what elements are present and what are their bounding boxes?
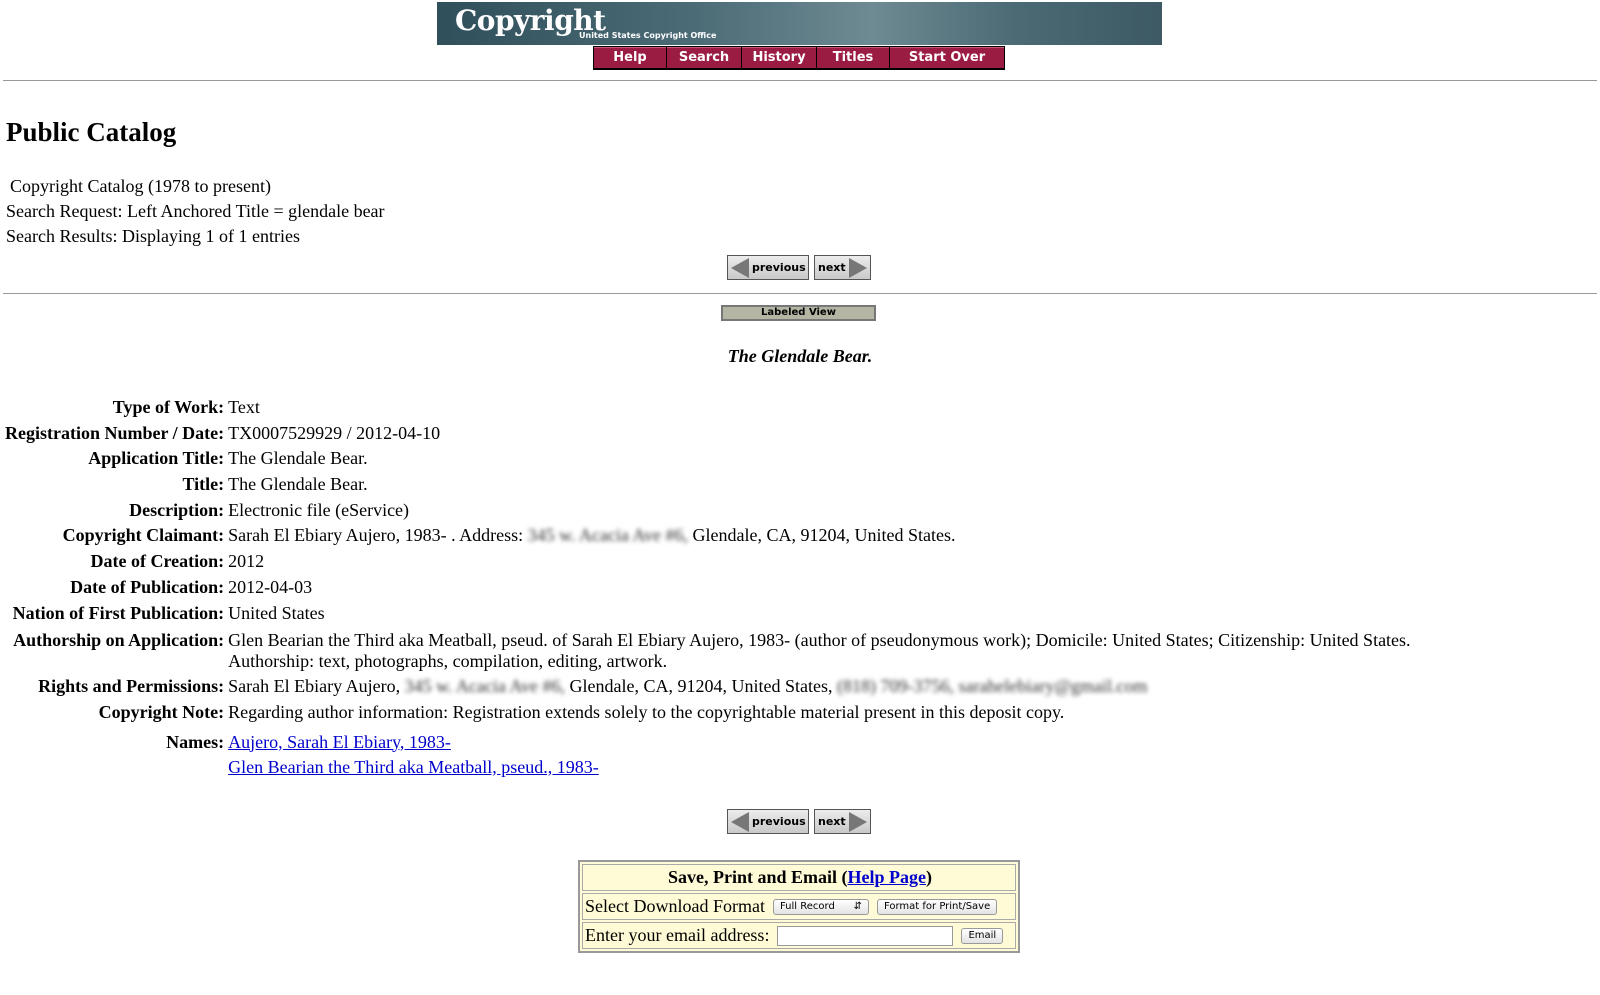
email-input[interactable] xyxy=(777,925,954,946)
field-value: The Glendale Bear. xyxy=(228,448,368,469)
field-value: Text xyxy=(228,397,260,417)
top-navigation: Help Search History Titles Start Over xyxy=(593,46,1005,70)
record-row-description: Description: Electronic file (eService) xyxy=(5,500,1411,526)
nav-search-button[interactable]: Search xyxy=(667,47,741,68)
field-value: The Glendale Bear. xyxy=(228,474,368,495)
field-value: TX0007529929 / 2012-04-10 xyxy=(228,422,441,443)
field-label: Registration Number / Date: xyxy=(5,422,225,443)
field-label: Application Title: xyxy=(88,448,225,469)
rights-city: Glendale, CA, 91204, United States, xyxy=(569,676,833,697)
page-title: Public Catalog xyxy=(6,117,177,147)
field-label: Date of Creation: xyxy=(90,551,225,572)
record-title: The Glendale Bear. xyxy=(727,346,873,366)
previous-label: previous xyxy=(752,261,806,274)
field-value: Sarah El Ebiary Aujero, 1983- . Address:… xyxy=(228,525,1410,551)
previous-button[interactable]: previous xyxy=(727,809,809,834)
nav-help-button[interactable]: Help xyxy=(594,47,666,68)
middle-divider xyxy=(3,293,1597,294)
save-panel-heading: Save, Print and Email (Help Page) xyxy=(582,864,1016,891)
save-print-email-panel: Save, Print and Email (Help Page) Select… xyxy=(578,860,1020,953)
record-row-authorship: Authorship on Application: Glen Bearian … xyxy=(5,628,1410,676)
record-details: Type of Work: Text Registration Number /… xyxy=(5,397,1411,778)
claimant-city: Glendale, CA, 91204, United States. xyxy=(692,525,956,546)
field-value: Sarah El Ebiary Aujero, 345 w. Acacia Av… xyxy=(228,676,1410,702)
field-label: Rights and Permissions: xyxy=(38,676,225,697)
help-page-link[interactable]: Help Page xyxy=(848,867,927,888)
nav-titles-button[interactable]: Titles xyxy=(817,47,889,68)
select-arrows-icon: ⇵ xyxy=(853,901,862,912)
previous-label: previous xyxy=(752,815,806,828)
field-label: Title: xyxy=(182,474,225,495)
email-button[interactable]: Email xyxy=(961,927,1004,944)
field-value: 2012 xyxy=(228,551,265,572)
authorship-detail: Authorship: text, photographs, compilati… xyxy=(228,651,668,672)
name-link[interactable]: Aujero, Sarah El Ebiary, 1983- xyxy=(228,732,451,752)
banner-subtitle: United States Copyright Office xyxy=(579,31,717,40)
record-row-date-created: Date of Creation: 2012 xyxy=(5,551,1411,577)
field-label: Authorship on Application: xyxy=(13,630,225,651)
name-link[interactable]: Glen Bearian the Third aka Meatball, pse… xyxy=(228,757,599,777)
field-label: Copyright Note: xyxy=(98,701,225,722)
next-label: next xyxy=(818,261,846,274)
nav-start-over-button[interactable]: Start Over xyxy=(890,47,1004,68)
authorship-text: Glen Bearian the Third aka Meatball, pse… xyxy=(228,630,1411,651)
record-row-type: Type of Work: Text xyxy=(5,397,1411,423)
record-row-application-title: Application Title: The Glendale Bear. xyxy=(5,448,1411,474)
rights-name: Sarah El Ebiary Aujero, xyxy=(228,676,401,697)
record-row-note: Copyright Note: Regarding author informa… xyxy=(5,702,1411,728)
field-value: United States xyxy=(228,602,325,623)
field-label: Description: xyxy=(129,499,225,520)
record-row-nation: Nation of First Publication: United Stat… xyxy=(5,603,1411,629)
next-label: next xyxy=(818,815,846,828)
previous-button[interactable]: previous xyxy=(727,255,809,280)
field-label: Nation of First Publication: xyxy=(12,602,225,623)
record-row-names: Names: Aujero, Sarah El Ebiary, 1983- Gl… xyxy=(5,728,1411,778)
download-format-row: Select Download Format Full Record ⇵ For… xyxy=(582,893,1016,920)
labeled-view-button[interactable]: Labeled View xyxy=(721,305,876,321)
download-format-label: Select Download Format xyxy=(585,896,765,916)
record-row-registration: Registration Number / Date: TX0007529929… xyxy=(5,423,1411,449)
next-button[interactable]: next xyxy=(814,255,871,280)
record-row-date-published: Date of Publication: 2012-04-03 xyxy=(5,577,1411,603)
field-value: 2012-04-03 xyxy=(228,576,313,597)
field-value: Aujero, Sarah El Ebiary, 1983- Glen Bear… xyxy=(228,728,1410,778)
record-row-title: Title: The Glendale Bear. xyxy=(5,474,1411,500)
search-results-count: Search Results: Displaying 1 of 1 entrie… xyxy=(6,226,300,246)
right-arrow-icon xyxy=(849,257,867,278)
email-label: Enter your email address: xyxy=(585,925,770,945)
email-row: Enter your email address: Email xyxy=(582,922,1016,949)
top-divider xyxy=(3,80,1597,81)
redacted-address: 345 w. Acacia Ave #6, xyxy=(527,525,689,546)
save-heading-text: Save, Print and Email xyxy=(667,867,837,887)
right-arrow-icon xyxy=(849,811,867,832)
top-pager: previous next xyxy=(727,255,871,280)
field-value: Electronic file (eService) xyxy=(228,499,410,520)
copyright-office-banner: Copyright United States Copyright Office xyxy=(437,2,1162,45)
record-row-claimant: Copyright Claimant: Sarah El Ebiary Auje… xyxy=(5,525,1411,551)
field-value: Regarding author information: Registrati… xyxy=(228,701,1065,722)
field-label: Names: xyxy=(166,731,225,752)
left-arrow-icon xyxy=(731,257,749,278)
catalog-name: Copyright Catalog (1978 to present) xyxy=(10,176,271,196)
field-label: Date of Publication: xyxy=(70,576,225,597)
record-row-rights: Rights and Permissions: Sarah El Ebiary … xyxy=(5,676,1411,702)
left-arrow-icon xyxy=(731,811,749,832)
field-value: Glen Bearian the Third aka Meatball, pse… xyxy=(228,628,1410,676)
next-button[interactable]: next xyxy=(814,809,871,834)
bottom-pager: previous next xyxy=(727,809,871,834)
nav-history-button[interactable]: History xyxy=(742,47,816,68)
search-request: Search Request: Left Anchored Title = gl… xyxy=(6,201,385,221)
download-format-select[interactable]: Full Record ⇵ xyxy=(772,898,869,915)
field-label: Copyright Claimant: xyxy=(62,525,225,546)
claimant-name: Sarah El Ebiary Aujero, 1983- . Address: xyxy=(228,525,524,546)
redacted-address: 345 w. Acacia Ave #6, xyxy=(404,676,566,697)
format-selected-value: Full Record xyxy=(779,901,835,912)
field-label: Type of Work: xyxy=(112,397,225,417)
format-print-save-button[interactable]: Format for Print/Save xyxy=(876,898,998,915)
redacted-contact: (818) 709-3756, sarahelebiary@gmail.com xyxy=(837,676,1148,697)
